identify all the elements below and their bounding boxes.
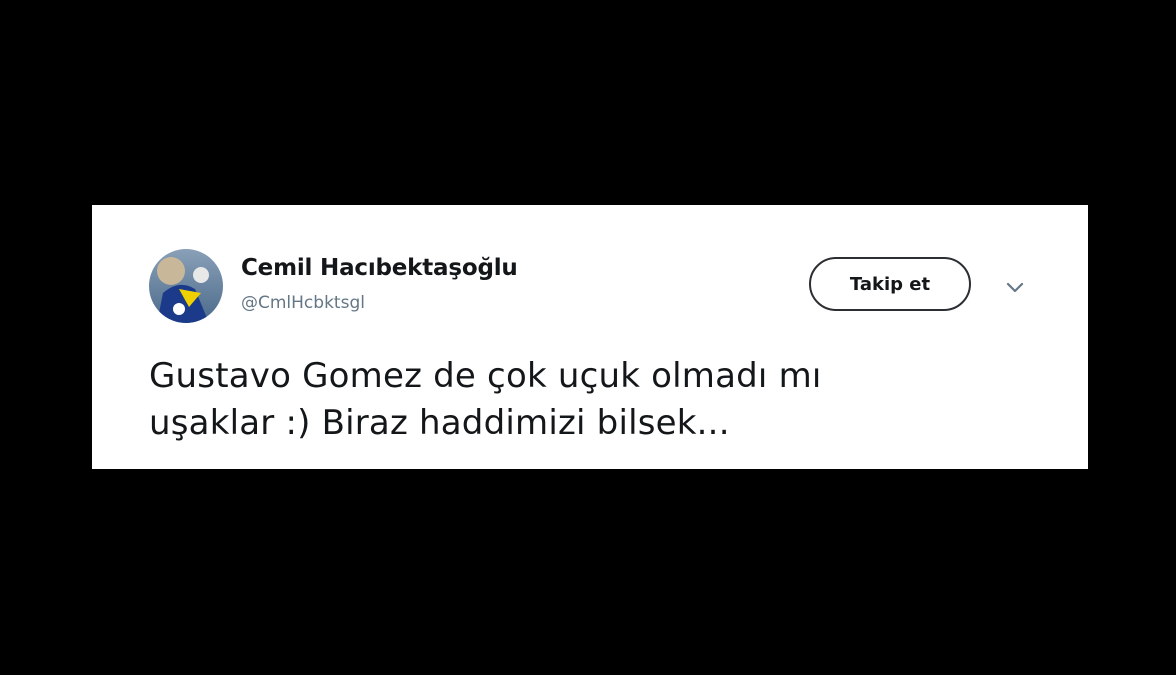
tweet-text-line: Gustavo Gomez de çok uçuk olmadı mı: [149, 356, 822, 396]
chevron-down-icon[interactable]: [1002, 277, 1028, 297]
avatar[interactable]: [149, 249, 223, 323]
follow-button[interactable]: Takip et: [809, 257, 971, 311]
tweet-text: Gustavo Gomez de çok uçuk olmadı mı uşak…: [149, 353, 1049, 447]
user-handle[interactable]: @CmlHcbktsgl: [241, 293, 365, 313]
display-name[interactable]: Cemil Hacıbektaşoğlu: [241, 255, 518, 281]
tweet-card: Cemil Hacıbektaşoğlu @CmlHcbktsgl Takip …: [92, 205, 1088, 469]
tweet-text-line: uşaklar :) Biraz haddimizi bilsek...: [149, 403, 730, 443]
